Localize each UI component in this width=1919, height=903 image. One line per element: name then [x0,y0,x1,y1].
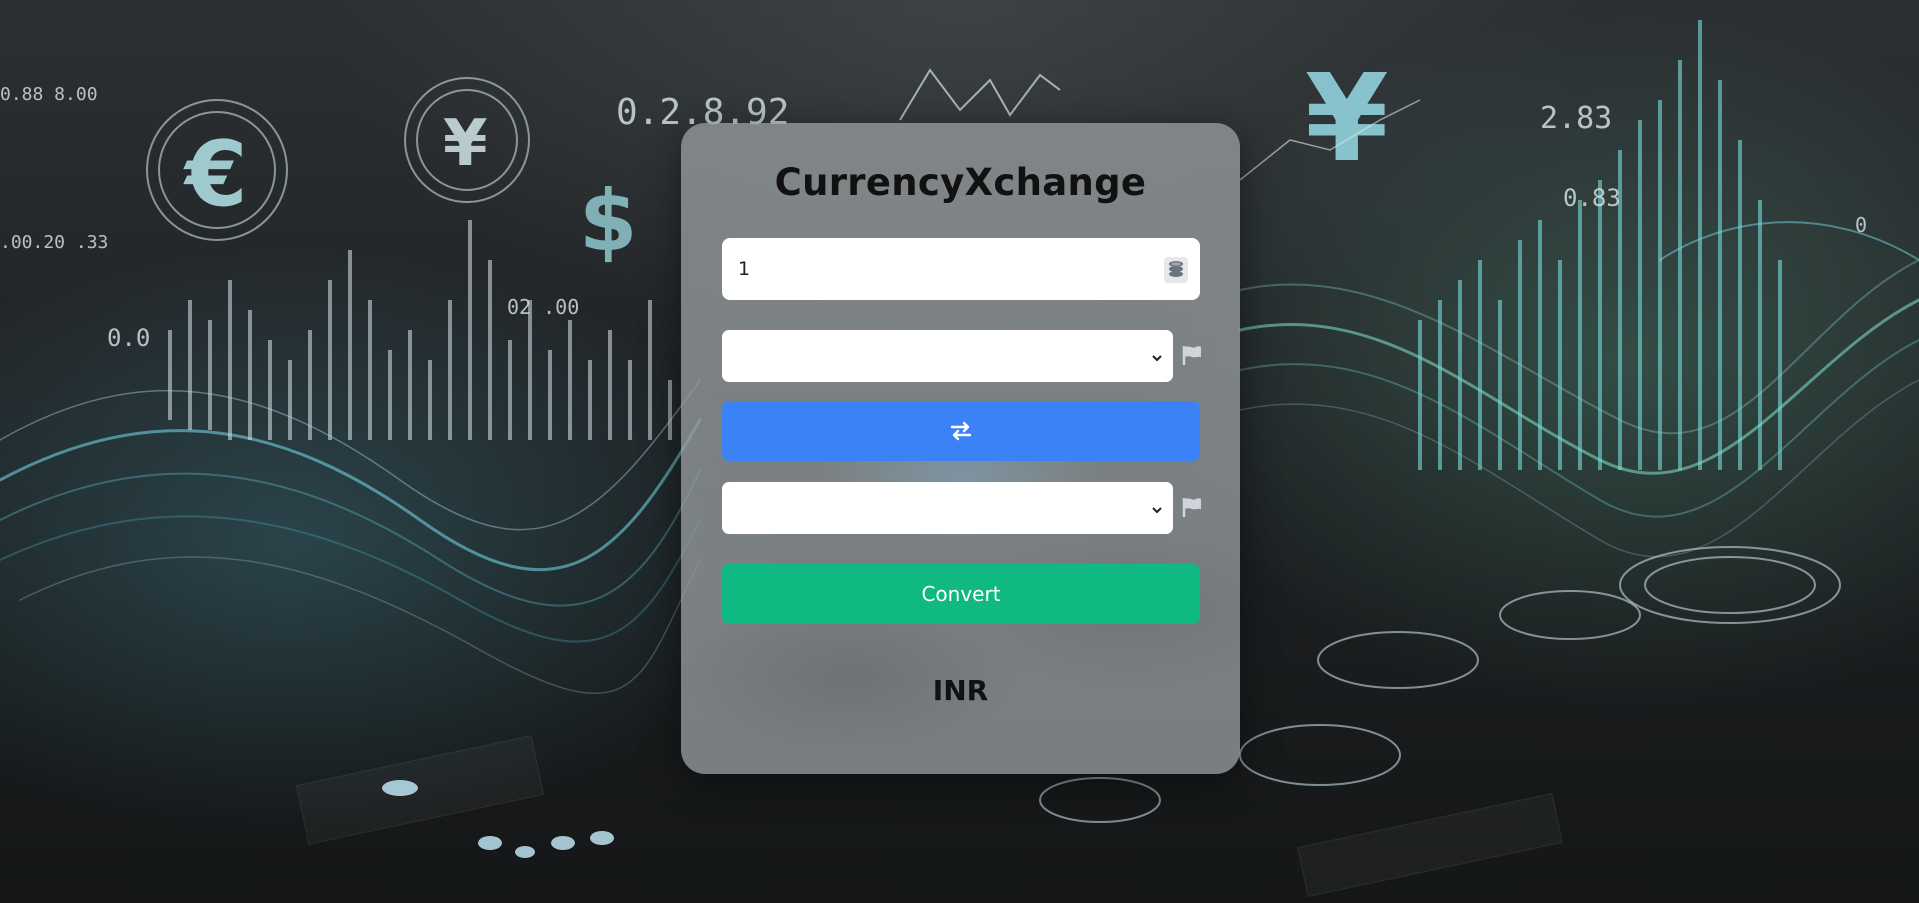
convert-button[interactable]: Convert [722,564,1200,624]
svg-text:$: $ [579,172,637,270]
svg-text:.00.20 .33: .00.20 .33 [0,232,108,253]
svg-text:0: 0 [1855,213,1867,237]
chevron-down-icon [1151,349,1163,362]
svg-text:0.88 8.00: 0.88 8.00 [0,84,98,105]
swap-currencies-button[interactable] [722,401,1200,461]
chevron-down-icon [1151,501,1163,514]
svg-text:€: € [183,122,248,227]
svg-text:¥: ¥ [443,107,488,181]
amount-input[interactable] [722,238,1138,300]
converter-card: CurrencyXchange 1 Convert INR [681,123,1240,774]
from-currency-select[interactable] [722,330,1173,382]
to-flag-icon [1181,496,1203,518]
svg-text:0.83: 0.83 [1563,184,1621,212]
to-currency-select[interactable] [722,482,1173,534]
svg-text:0.0: 0.0 [107,324,150,352]
swap-arrows-icon [950,421,972,441]
app-title: CurrencyXchange [774,161,1147,204]
coins-icon [1164,257,1188,283]
amount-field-wrapper [722,238,1200,300]
svg-text:2.83: 2.83 [1540,101,1612,136]
svg-text:¥: ¥ [1305,50,1389,189]
svg-text:02 .00: 02 .00 [507,295,579,319]
conversion-result: INR [932,674,989,707]
from-flag-icon [1181,344,1203,366]
